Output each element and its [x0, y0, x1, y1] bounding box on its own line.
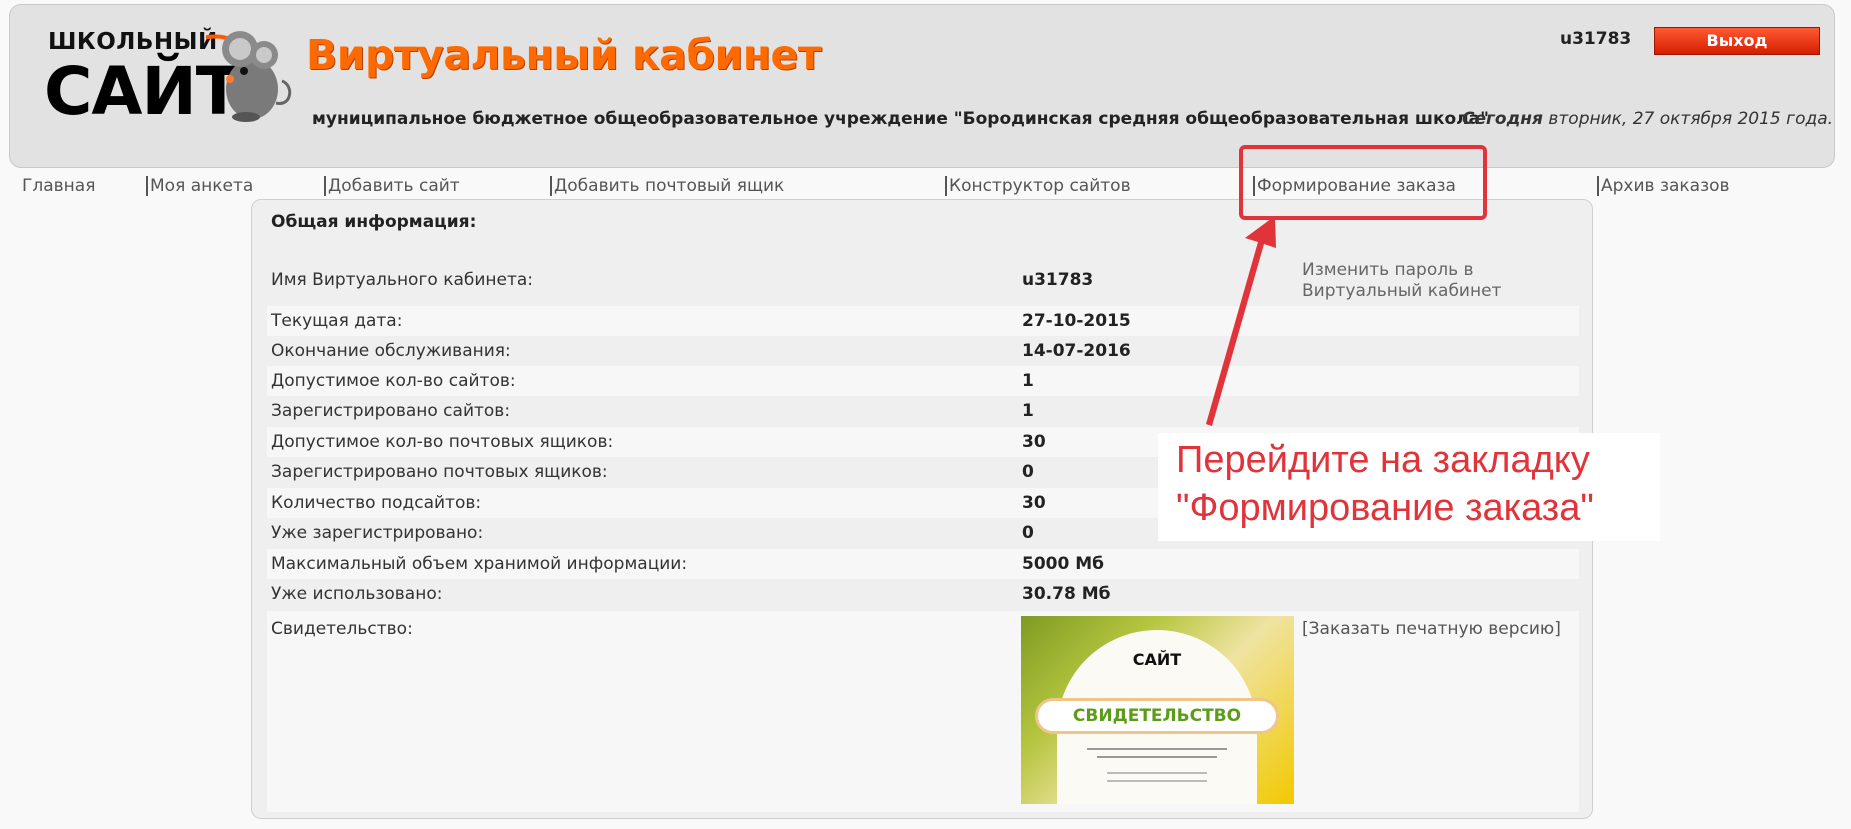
annotation-text-line: "Формирование заказа"	[1176, 487, 1594, 529]
annotation-callout: Перейдите на закладку "Формирование зака…	[1158, 433, 1660, 541]
annotation-text-line: Перейдите на закладку	[1176, 439, 1590, 481]
annotation-arrow-icon	[1206, 216, 1276, 426]
